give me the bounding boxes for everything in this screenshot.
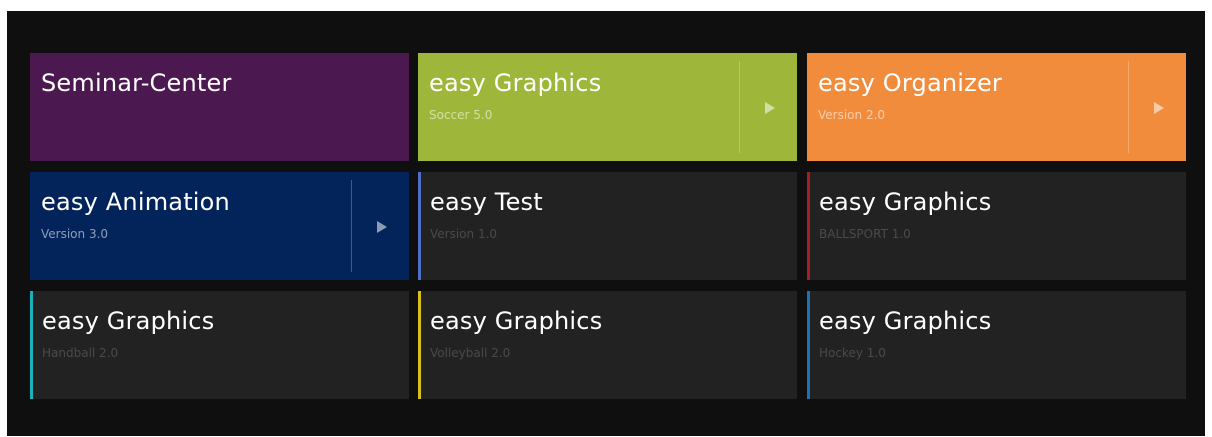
tile-easy-graphics-handball[interactable]: easy Graphics Handball 2.0 [30, 291, 409, 399]
tile-title: easy Graphics [430, 307, 603, 335]
tile-title: Seminar-Center [41, 69, 232, 97]
tile-title: easy Animation [41, 188, 230, 216]
tile-seminar-center[interactable]: Seminar-Center [30, 53, 409, 161]
tile-title: easy Test [430, 188, 543, 216]
tile-title: easy Graphics [819, 307, 992, 335]
tile-divider [739, 61, 740, 153]
tile-easy-organizer[interactable]: easy Organizer Version 2.0 [807, 53, 1186, 161]
tile-subtitle: Volleyball 2.0 [430, 346, 511, 360]
app-launcher-panel: Seminar-Center easy Graphics Soccer 5.0 … [7, 11, 1205, 436]
tile-easy-animation[interactable]: easy Animation Version 3.0 [30, 172, 409, 280]
play-arrow-icon[interactable] [765, 102, 775, 114]
tile-easy-graphics-soccer[interactable]: easy Graphics Soccer 5.0 [418, 53, 797, 161]
tile-easy-graphics-ballsport[interactable]: easy Graphics BALLSPORT 1.0 [807, 172, 1186, 280]
tile-subtitle: BALLSPORT 1.0 [819, 227, 911, 241]
tile-subtitle: Hockey 1.0 [819, 346, 886, 360]
tile-subtitle: Soccer 5.0 [429, 108, 493, 122]
play-arrow-icon[interactable] [1154, 102, 1164, 114]
tile-easy-graphics-hockey[interactable]: easy Graphics Hockey 1.0 [807, 291, 1186, 399]
tile-easy-test[interactable]: easy Test Version 1.0 [418, 172, 797, 280]
tile-subtitle: Version 2.0 [818, 108, 886, 122]
tile-subtitle: Version 3.0 [41, 227, 109, 241]
tile-subtitle: Version 1.0 [430, 227, 498, 241]
tile-easy-graphics-volleyball[interactable]: easy Graphics Volleyball 2.0 [418, 291, 797, 399]
tile-title: easy Organizer [818, 69, 1002, 97]
tile-title: easy Graphics [819, 188, 992, 216]
tile-divider [351, 180, 352, 272]
tile-subtitle: Handball 2.0 [42, 346, 119, 360]
play-arrow-icon[interactable] [377, 221, 387, 233]
tile-title: easy Graphics [42, 307, 215, 335]
tile-title: easy Graphics [429, 69, 602, 97]
tile-divider [1128, 61, 1129, 153]
